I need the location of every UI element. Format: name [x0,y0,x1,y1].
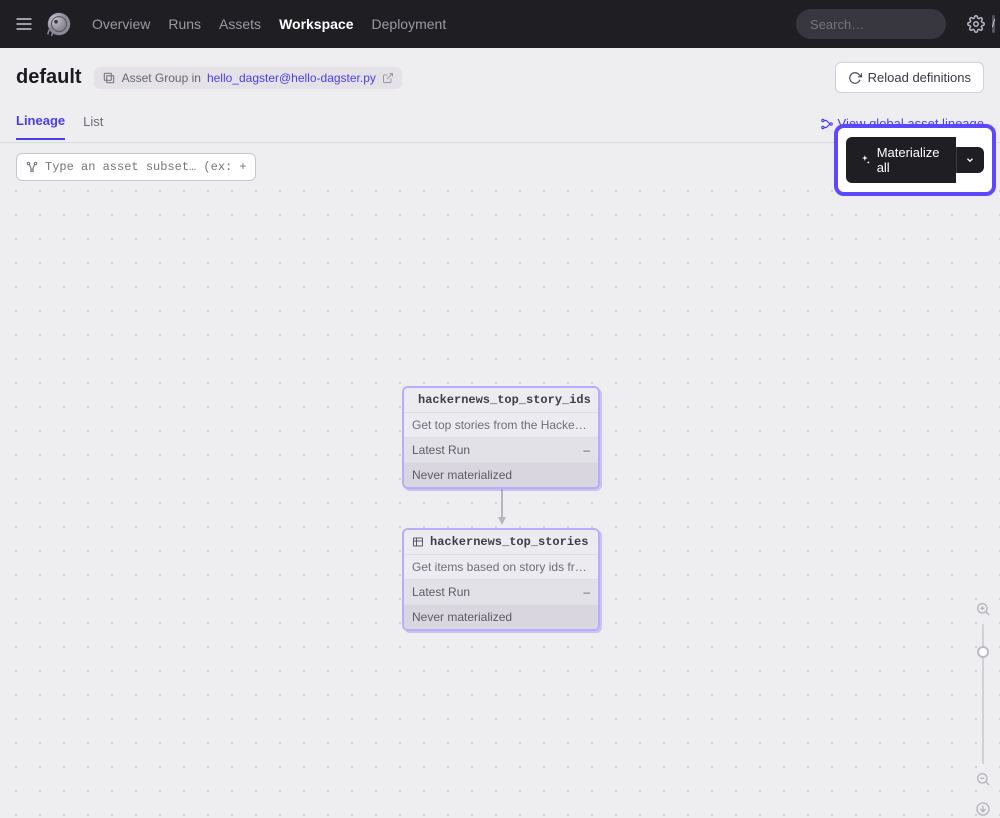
latest-run-label: Latest Run [412,443,470,457]
nav-overview[interactable]: Overview [92,16,150,32]
latest-run-value: – [583,585,590,599]
logo-icon[interactable] [44,9,74,39]
asset-node[interactable]: hackernews_top_story_ids Get top stories… [402,386,600,489]
nav-links: Overview Runs Assets Workspace Deploymen… [92,16,446,32]
external-link-icon[interactable] [382,72,394,84]
page-title: default [16,66,82,89]
table-icon [412,536,424,548]
nav-runs[interactable]: Runs [168,16,201,32]
layers-icon [102,71,116,85]
top-nav: Overview Runs Assets Workspace Deploymen… [0,0,1000,48]
asset-subset-input[interactable] [45,160,247,174]
nav-deployment[interactable]: Deployment [372,16,447,32]
asset-status-text: Never materialized [412,468,512,482]
zoom-fit-icon[interactable] [974,800,992,818]
settings-icon[interactable] [964,12,988,36]
lineage-canvas[interactable]: hackernews_top_story_ids Get top stories… [0,175,1000,816]
asset-group-chip: Asset Group in hello_dagster@hello-dagst… [94,67,402,89]
zoom-slider[interactable] [982,624,984,764]
chip-prefix: Asset Group in [122,71,201,85]
asset-name: hackernews_top_story_ids [418,393,591,407]
asset-status-text: Never materialized [412,610,512,624]
zoom-out-icon[interactable] [974,770,992,788]
asset-latest-run: Latest Run – [404,438,598,463]
asset-latest-run: Latest Run – [404,580,598,605]
zoom-in-icon[interactable] [974,600,992,618]
tab-list[interactable]: List [83,114,103,139]
materialize-all-button[interactable]: Materialize all [846,137,956,183]
materialize-highlight: Materialize all [834,124,996,196]
asset-node[interactable]: hackernews_top_stories Get items based o… [402,528,600,631]
tab-lineage[interactable]: Lineage [16,113,65,140]
asset-status: Never materialized [404,605,598,629]
search-input[interactable] [810,17,986,32]
zoom-thumb[interactable] [977,646,989,658]
filter-icon [25,160,39,174]
reload-icon [848,71,862,85]
asset-name: hackernews_top_stories [430,535,588,549]
zoom-controls [972,600,994,818]
latest-run-label: Latest Run [412,585,470,599]
page-header: default Asset Group in hello_dagster@hel… [0,48,1000,93]
nav-assets[interactable]: Assets [219,16,261,32]
asset-node-header: hackernews_top_story_ids [404,388,598,413]
asset-status: Never materialized [404,463,598,487]
sparkle-icon [859,153,871,167]
reload-definitions-button[interactable]: Reload definitions [835,62,984,93]
search-kbd: / [992,15,995,33]
menu-icon[interactable] [12,12,36,36]
materialize-label: Materialize all [877,145,943,175]
lineage-icon [820,117,834,131]
materialize-dropdown[interactable] [956,147,984,173]
chip-link[interactable]: hello_dagster@hello-dagster.py [207,71,376,85]
search-box[interactable]: / [796,9,946,39]
asset-description: Get top stories from the HackerNew… [404,413,598,438]
chevron-down-icon [965,155,975,165]
asset-node-header: hackernews_top_stories [404,530,598,555]
nav-workspace[interactable]: Workspace [279,16,353,32]
latest-run-value: – [583,443,590,457]
reload-label: Reload definitions [868,70,971,85]
materialize-button-group: Materialize all [846,137,984,183]
asset-description: Get items based on story ids from t… [404,555,598,580]
